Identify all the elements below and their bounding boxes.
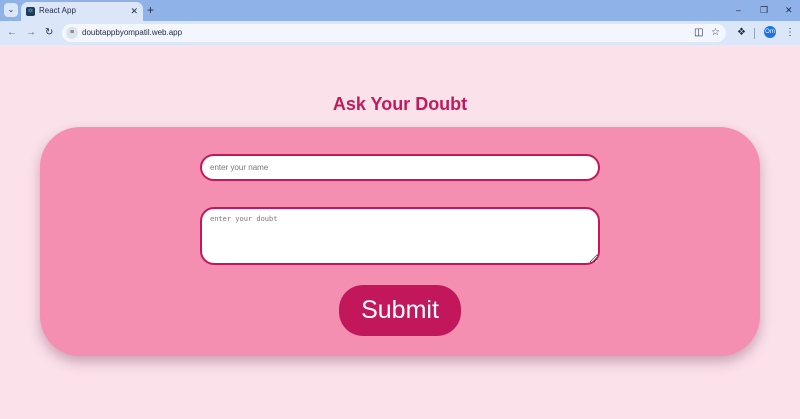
avatar[interactable]: Om <box>764 26 776 38</box>
browser-tab[interactable]: ⚛ React App ✕ <box>21 2 143 21</box>
arrow-right-icon[interactable]: → <box>26 26 36 40</box>
tab-title: React App <box>39 6 76 15</box>
doubt-textarea[interactable] <box>200 207 600 265</box>
window-close-icon[interactable]: ✕ <box>785 3 793 17</box>
url-text[interactable]: doubtappbyompatil.web.app <box>82 28 182 37</box>
address-bar[interactable]: ≡ doubtappbyompatil.web.app ◫ ☆ <box>62 24 726 42</box>
puzzle-icon[interactable]: ❖ <box>737 26 746 40</box>
arrow-left-icon[interactable]: ← <box>7 26 17 40</box>
new-tab-button[interactable]: + <box>147 3 154 17</box>
browser-tabstrip: ⌄ ⚛ React App ✕ + – ❐ ✕ <box>0 0 800 21</box>
restore-icon[interactable]: ❐ <box>760 3 768 17</box>
react-icon: ⚛ <box>26 7 35 16</box>
doubt-form-card: Submit <box>40 127 760 356</box>
tune-icon[interactable]: ≡ <box>66 27 78 39</box>
page-title: Ask Your Doubt <box>332 94 468 114</box>
star-icon[interactable]: ☆ <box>711 26 720 40</box>
minimize-icon[interactable]: – <box>736 3 741 17</box>
chevron-down-icon[interactable]: ⌄ <box>4 3 18 17</box>
toolbar-divider <box>754 28 755 39</box>
browser-toolbar: ← → ↻ ≡ doubtappbyompatil.web.app ◫ ☆ ❖ … <box>0 21 800 45</box>
submit-button[interactable]: Submit <box>339 285 461 336</box>
kebab-menu-icon[interactable]: ⋮ <box>785 26 795 40</box>
close-icon[interactable]: ✕ <box>130 5 138 17</box>
install-app-icon[interactable]: ◫ <box>694 26 703 40</box>
reload-icon[interactable]: ↻ <box>45 26 53 40</box>
name-input[interactable] <box>200 154 600 181</box>
